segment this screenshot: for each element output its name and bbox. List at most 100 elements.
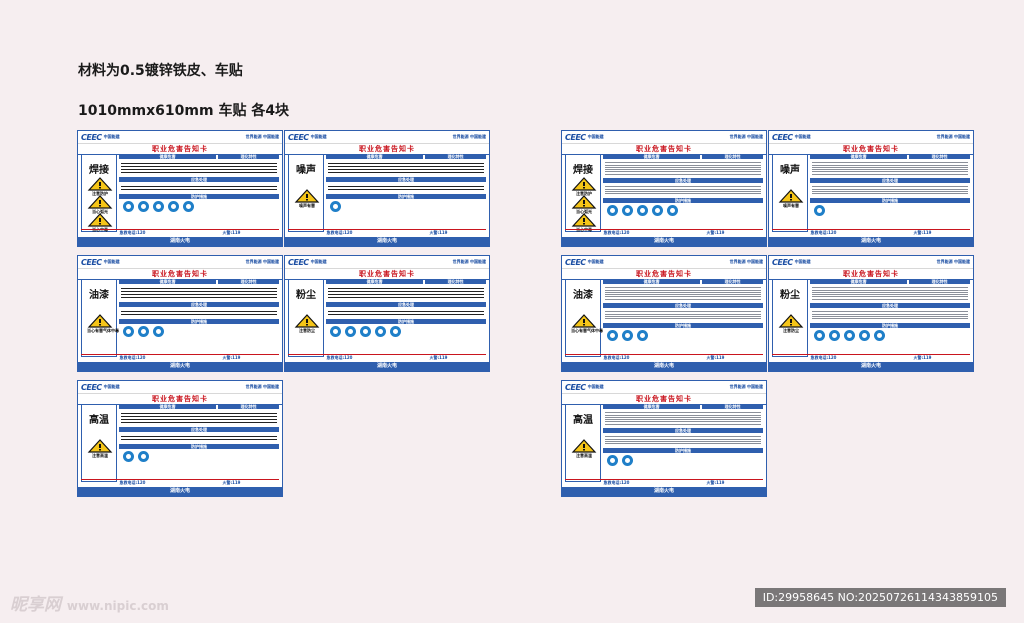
card-header: CEEC 中国能建 世界能源 中国能建 — [562, 131, 766, 144]
logo-text: 中国能建 — [103, 134, 120, 139]
logo: CEEC 中国能建 — [288, 133, 327, 142]
warning-caption: 注意高温 — [576, 453, 592, 458]
card-footer: 湖南火电 — [769, 237, 973, 246]
ppe-icon — [183, 201, 194, 212]
logo-text: 中国能建 — [587, 134, 604, 139]
phone-emergency: 急救电话:120 — [326, 355, 353, 360]
ppe-icon — [607, 454, 618, 466]
hazard-name: 高温 — [573, 415, 593, 426]
logo-text: 中国能建 — [310, 259, 327, 264]
phone-fire: 火警:119 — [706, 480, 725, 485]
hazard-card: CEEC 中国能建 世界能源 中国能建 职业危害告知卡 高温 注意高温 健康危害… — [561, 380, 767, 497]
ppe-icon — [622, 329, 633, 341]
card-footer: 湖南火电 — [562, 237, 766, 246]
logo: CEEC 中国能建 — [565, 133, 604, 142]
card-footer: 湖南火电 — [769, 362, 973, 371]
warning-sign: 当心弧光 — [87, 195, 113, 215]
hazard-card: CEEC 中国能建 世界能源 中国能建 职业危害告知卡 噪声 噪声有害 健康危害… — [768, 130, 974, 247]
watermark-url: www.nipic.com — [66, 599, 169, 613]
slogan: 世界能源 中国能建 — [245, 384, 279, 389]
hazard-name: 焊接 — [89, 165, 109, 176]
ppe-icon — [138, 201, 149, 212]
logo-text: 中国能建 — [103, 384, 120, 389]
card-header: CEEC 中国能建 世界能源 中国能建 — [78, 256, 282, 269]
logo: CEEC 中国能建 — [288, 258, 327, 267]
ppe-icon — [637, 329, 648, 341]
ppe-icon — [844, 329, 855, 341]
emergency-phones: 急救电话:120 火警:119 — [81, 229, 279, 236]
ppe-icon — [123, 451, 134, 462]
section-props: 理化特性 — [909, 154, 970, 159]
logo-mark: CEEC — [288, 257, 309, 267]
warning-sign: 注意防护 — [571, 177, 597, 197]
ppe-icon — [168, 201, 179, 212]
ppe-icon — [138, 326, 149, 337]
phone-emergency: 急救电话:120 — [603, 355, 630, 360]
section-props: 理化特性 — [218, 154, 279, 159]
logo-mark: CEEC — [81, 382, 102, 392]
hazard-card: CEEC 中国能建 世界能源 中国能建 职业危害告知卡 高温 注意高温 健康危害… — [77, 380, 283, 497]
section-props: 理化特性 — [218, 404, 279, 409]
section-health: 健康危害 — [326, 154, 424, 159]
section-health: 健康危害 — [810, 154, 908, 159]
ppe-icon — [637, 204, 648, 216]
slogan: 世界能源 中国能建 — [729, 134, 763, 139]
hazard-name: 噪声 — [780, 165, 800, 176]
logo-text: 中国能建 — [794, 259, 811, 264]
section-props: 理化特性 — [218, 279, 279, 284]
phone-fire: 火警:119 — [429, 230, 448, 235]
emergency-phones: 急救电话:120 火警:119 — [772, 354, 970, 361]
slogan: 世界能源 中国能建 — [729, 384, 763, 389]
hazard-card: CEEC 中国能建 世界能源 中国能建 职业危害告知卡 油漆 当心有害气体中毒 … — [77, 255, 283, 372]
ppe-icon — [622, 204, 633, 216]
logo-mark: CEEC — [565, 132, 586, 142]
ppe-icon — [345, 326, 356, 337]
card-footer: 湖南火电 — [562, 487, 766, 496]
hazard-panel: 油漆 当心有害气体中毒 — [81, 279, 119, 357]
hazard-card: CEEC 中国能建 世界能源 中国能建 职业危害告知卡 焊接 注意防护 当心弧光当… — [561, 130, 767, 247]
warning-sign: 噪声有害 — [294, 189, 320, 209]
material-heading: 材料为0.5镀锌铁皮、车贴 — [78, 63, 243, 79]
watermark-brand: 昵享网 — [10, 595, 61, 615]
info-panel: 健康危害 理化特性 应急处理 防护措施 — [603, 404, 763, 482]
ppe-icon — [360, 326, 371, 337]
card-header: CEEC 中国能建 世界能源 中国能建 — [285, 256, 489, 269]
image-id: ID:29958645 NO:20250726114343859105 — [754, 588, 1006, 607]
section-health: 健康危害 — [119, 404, 217, 409]
logo-text: 中国能建 — [310, 134, 327, 139]
hazard-card: CEEC 中国能建 世界能源 中国能建 职业危害告知卡 油漆 当心有害气体中毒 … — [561, 255, 767, 372]
logo: CEEC 中国能建 — [772, 133, 811, 142]
info-panel: 健康危害 理化特性 应急处理 防护措施 — [810, 154, 970, 232]
card-footer: 湖南火电 — [78, 237, 282, 246]
warning-sign: 注意防护 — [87, 177, 113, 197]
info-panel: 健康危害 理化特性 应急处理 防护措施 — [326, 154, 486, 232]
info-panel: 健康危害 理化特性 应急处理 防护措施 — [603, 154, 763, 232]
section-health: 健康危害 — [810, 279, 908, 284]
info-panel: 健康危害 理化特性 应急处理 防护措施 — [810, 279, 970, 357]
logo-mark: CEEC — [772, 257, 793, 267]
size-heading: 1010mmx610mm 车贴 各4块 — [78, 103, 290, 119]
section-props: 理化特性 — [702, 154, 763, 159]
warning-sign: 噪声有害 — [778, 189, 804, 209]
emergency-phones: 急救电话:120 火警:119 — [565, 354, 763, 361]
logo-mark: CEEC — [81, 257, 102, 267]
card-header: CEEC 中国能建 世界能源 中国能建 — [769, 131, 973, 144]
section-health: 健康危害 — [119, 154, 217, 159]
hazard-name: 粉尘 — [296, 290, 316, 301]
hazard-panel: 粉尘 注意防尘 — [288, 279, 324, 357]
card-footer: 湖南火电 — [78, 362, 282, 371]
hazard-name: 油漆 — [573, 290, 593, 301]
hazard-panel: 焊接 注意防护 当心弧光 当心中毒 — [81, 154, 117, 232]
card-header: CEEC 中国能建 世界能源 中国能建 — [769, 256, 973, 269]
warning-caption: 注意防尘 — [783, 328, 799, 333]
ppe-icon — [153, 201, 164, 212]
phone-fire: 火警:119 — [913, 355, 932, 360]
hazard-name: 油漆 — [89, 290, 109, 301]
warning-caption: 当心有害气体中毒 — [571, 328, 603, 333]
ppe-icon — [667, 204, 678, 216]
ppe-icon — [859, 329, 870, 341]
emergency-phones: 急救电话:120 火警:119 — [565, 229, 763, 236]
phone-fire: 火警:119 — [222, 480, 241, 485]
section-health: 健康危害 — [326, 279, 424, 284]
section-props: 理化特性 — [425, 279, 486, 284]
